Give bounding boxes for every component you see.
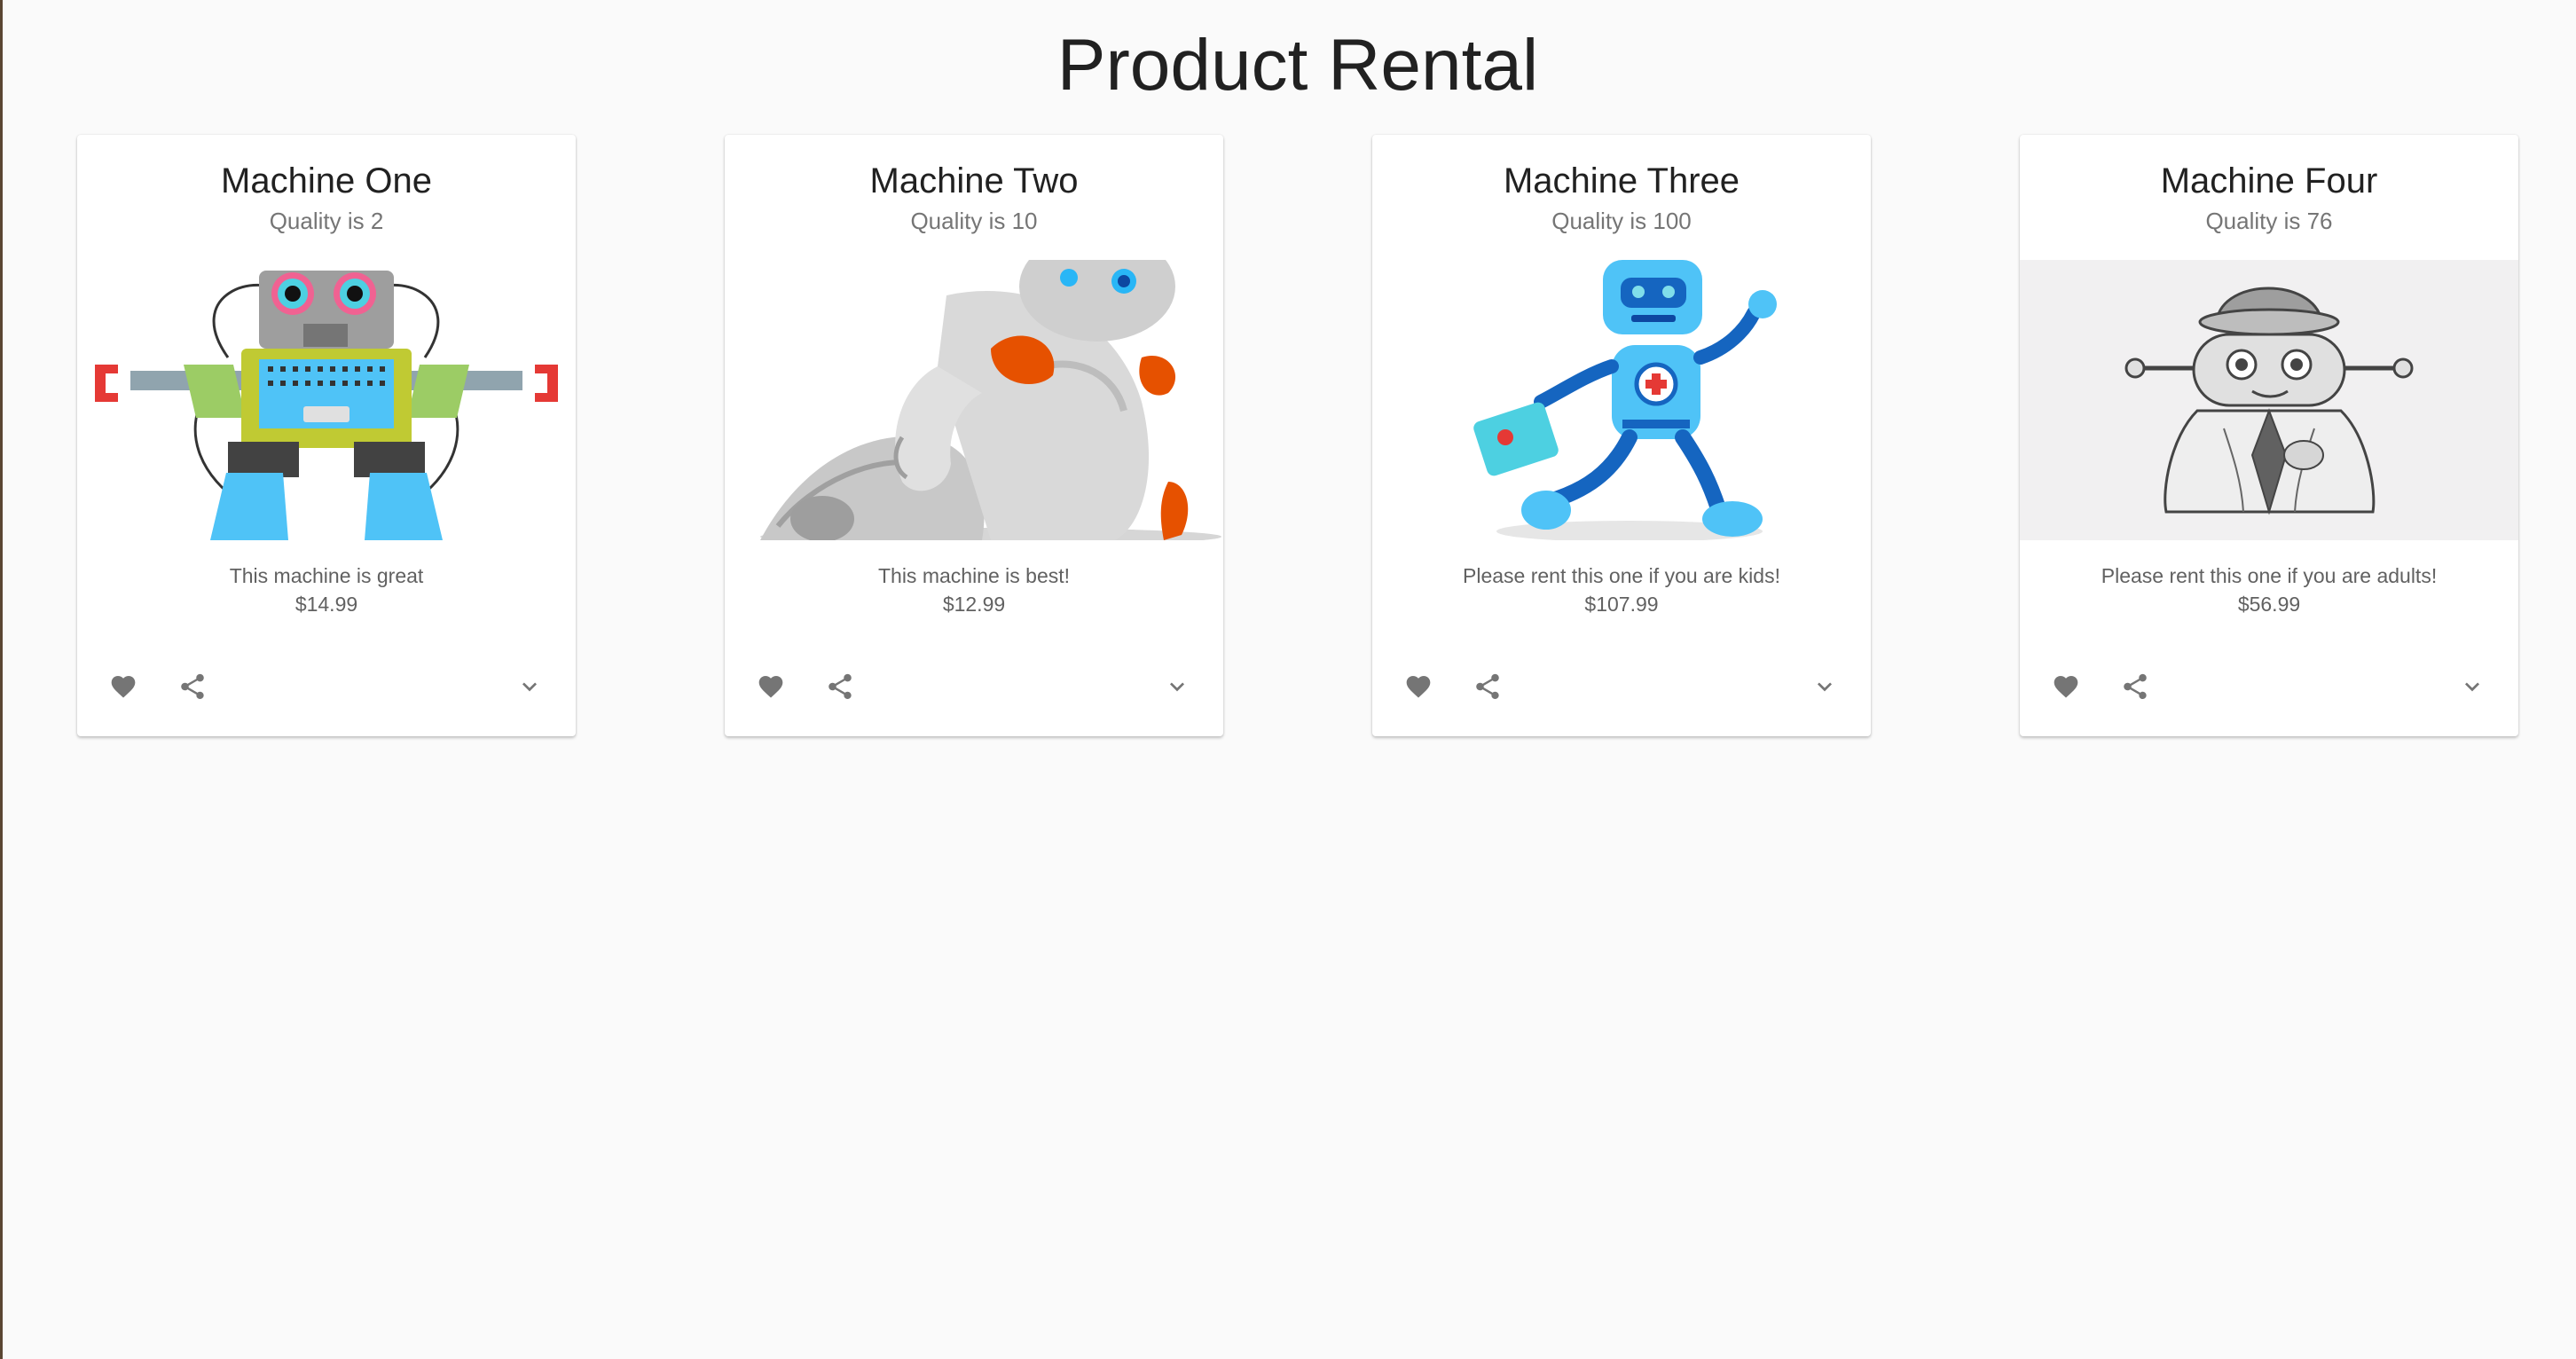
favorite-button[interactable]: [98, 662, 148, 711]
expand-button[interactable]: [1152, 662, 1202, 711]
share-icon: [829, 673, 852, 700]
card-subtitle: Quality is 2: [269, 208, 384, 234]
product-card-machine-three: Machine Three Quality is 100 Please rent…: [1372, 135, 1871, 736]
share-icon: [1476, 673, 1499, 700]
product-card-machine-four: Machine Four Quality is 76 Please rent t…: [2020, 135, 2518, 736]
chevron-down-icon: [1818, 682, 1832, 692]
card-subtitle: Quality is 10: [910, 208, 1038, 234]
share-button[interactable]: [815, 662, 865, 711]
product-image-robot-kit: [77, 260, 576, 540]
heart-icon: [111, 676, 136, 698]
card-title: Machine Four: [2160, 161, 2378, 200]
card-price: $14.99: [295, 593, 358, 616]
product-card-machine-one: Machine One Quality is 2 This machine is…: [77, 135, 576, 736]
favorite-button[interactable]: [1394, 662, 1443, 711]
heart-icon: [1406, 676, 1431, 698]
product-image-cartoon-robot: [1372, 260, 1871, 540]
card-title: Machine Two: [869, 161, 1079, 200]
favorite-button[interactable]: [2041, 662, 2091, 711]
page-title: Product Rental: [1056, 25, 1539, 106]
chevron-down-icon: [2465, 682, 2479, 692]
card-price: $12.99: [942, 593, 1006, 616]
expand-button[interactable]: [1800, 662, 1850, 711]
heart-icon: [2054, 676, 2078, 698]
card-subtitle: Quality is 76: [2205, 208, 2333, 234]
card-title: Machine Three: [1503, 161, 1740, 200]
share-button[interactable]: [168, 662, 217, 711]
share-button[interactable]: [2110, 662, 2160, 711]
product-image-humanoid-robot: [725, 260, 1223, 540]
chevron-down-icon: [1170, 682, 1184, 692]
share-icon: [181, 673, 204, 700]
expand-button[interactable]: [2447, 662, 2497, 711]
card-price: $56.99: [2237, 593, 2301, 616]
window-edge: [0, 0, 3, 1359]
card-description: This machine is best!: [877, 564, 1071, 587]
card-price: $107.99: [1584, 593, 1659, 616]
heart-icon: [758, 676, 783, 698]
card-description: Please rent this one if you are adults!: [2101, 564, 2438, 587]
share-button[interactable]: [1463, 662, 1512, 711]
card-description: Please rent this one if you are kids!: [1463, 564, 1780, 587]
product-image-sketch-robot: [2020, 260, 2518, 540]
card-title: Machine One: [221, 161, 432, 200]
expand-button[interactable]: [505, 662, 554, 711]
share-icon: [2124, 673, 2147, 700]
chevron-down-icon: [522, 682, 537, 692]
favorite-button[interactable]: [746, 662, 796, 711]
card-subtitle: Quality is 100: [1551, 208, 1692, 234]
product-card-machine-two: Machine Two Quality is 10 This machine i…: [725, 135, 1223, 736]
card-description: This machine is great: [229, 564, 424, 587]
